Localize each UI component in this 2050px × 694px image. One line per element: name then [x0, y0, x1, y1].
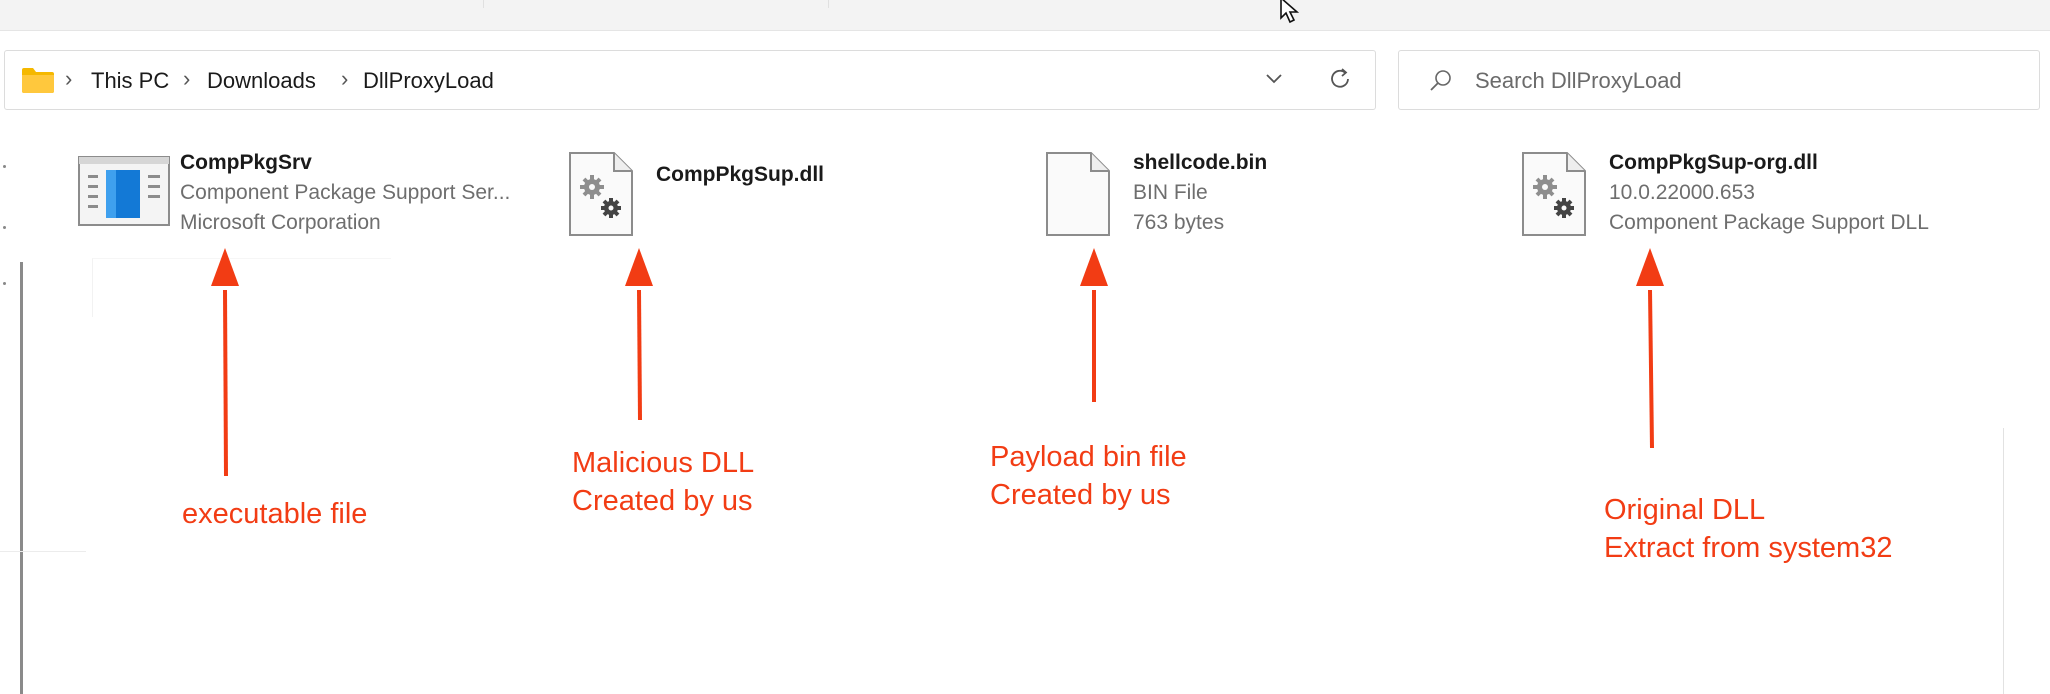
annotation-original-dll: Original DLL Extract from system32: [1604, 491, 1892, 567]
arrow-malicious-dll: [625, 248, 653, 421]
arrow-original-dll: [1636, 248, 1664, 449]
annotation-line: Extract from system32: [1604, 532, 1893, 564]
arrow-executable: [211, 248, 239, 477]
annotation-executable: executable file: [182, 495, 367, 533]
annotation-line: Original DLL: [1604, 494, 1766, 526]
annotation-line: Created by us: [990, 479, 1171, 511]
annotation-line: Payload bin file: [990, 441, 1187, 473]
annotation-line: Malicious DLL: [572, 447, 755, 479]
annotation-line: Created by us: [572, 485, 753, 517]
annotation-malicious-dll: Malicious DLL Created by us: [572, 444, 754, 520]
annotation-payload-bin: Payload bin file Created by us: [990, 438, 1187, 514]
annotation-line: executable file: [182, 498, 368, 530]
arrow-payload-bin: [1080, 248, 1108, 402]
annotation-arrows: [211, 248, 1664, 477]
